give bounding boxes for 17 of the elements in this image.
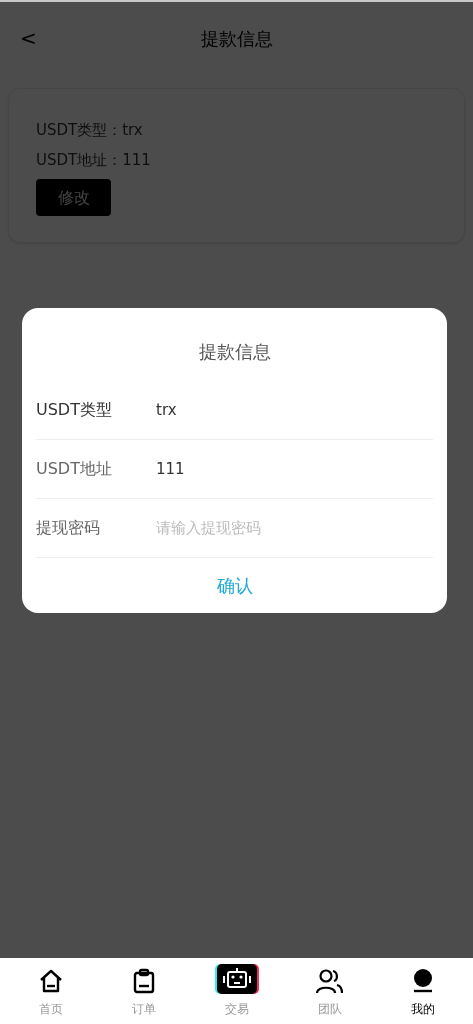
tab-item[interactable]: 我的: [387, 964, 458, 1018]
tab-item[interactable]: 团队: [294, 964, 365, 1018]
input-field[interactable]: 请输入提现密码: [156, 516, 433, 540]
input-field[interactable]: 111: [156, 457, 433, 481]
tab-item[interactable]: 订单: [108, 964, 179, 1018]
robot-icon: [214, 964, 259, 994]
field-label: 提现密码: [36, 517, 101, 539]
info-line: USDT类型：trx: [36, 120, 144, 141]
field-label: USDT类型: [36, 399, 113, 421]
select-field[interactable]: trx: [156, 398, 433, 422]
dialog-title: 提款信息: [197, 340, 272, 364]
confirm-button[interactable]: 确认: [204, 572, 265, 599]
field-label: USDT地址: [36, 458, 113, 480]
page-title: 提款信息: [200, 26, 273, 51]
tab-item[interactable]: 交易: [201, 964, 272, 1018]
tab-item[interactable]: 首页: [15, 964, 86, 1018]
people-icon: [315, 968, 344, 994]
